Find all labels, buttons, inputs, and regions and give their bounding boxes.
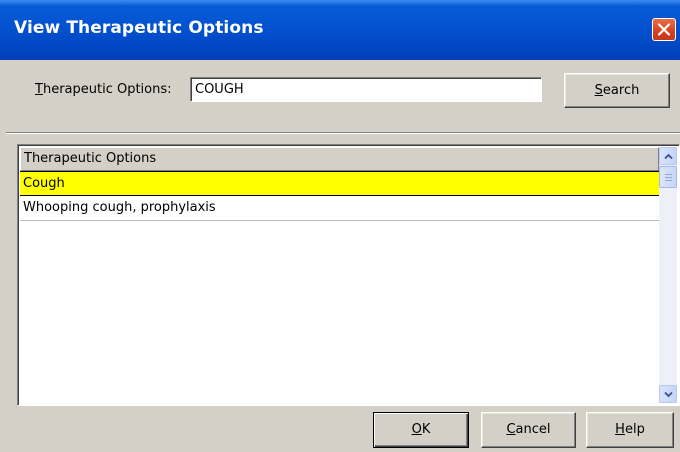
ok-button-label: K (421, 422, 431, 437)
vertical-scrollbar[interactable] (659, 147, 677, 403)
list-item[interactable]: Whooping cough, prophylaxis (20, 196, 659, 221)
therapeutic-options-label: Therapeutic Options: (35, 82, 172, 97)
scroll-down-button[interactable] (659, 385, 677, 403)
search-button-accelerator: S (594, 83, 603, 98)
label-text: herapeutic Options: (42, 82, 172, 97)
therapeutic-options-input[interactable] (190, 77, 542, 102)
ok-button[interactable]: OK (373, 412, 469, 448)
cancel-button-accelerator: C (506, 422, 516, 437)
search-button-label: earch (602, 83, 640, 98)
title-bar[interactable]: View Therapeutic Options (0, 0, 680, 60)
ok-button-accelerator: O (411, 422, 422, 437)
help-button[interactable]: Help (586, 412, 674, 448)
thumb-grip (665, 177, 672, 178)
close-icon (657, 23, 671, 36)
list-item-selected[interactable]: Cough (20, 171, 659, 196)
chevron-up-icon (664, 153, 673, 160)
chevron-down-icon (664, 391, 673, 398)
therapeutic-options-list[interactable]: Therapeutic Options Cough Whooping cough… (17, 144, 680, 406)
scroll-up-button[interactable] (659, 147, 677, 165)
cancel-button-label: ancel (515, 422, 551, 437)
cancel-button[interactable]: Cancel (481, 412, 576, 448)
search-button[interactable]: Search (564, 73, 670, 108)
help-button-label: elp (624, 422, 645, 437)
list-rows: Cough Whooping cough, prophylaxis (20, 171, 659, 221)
window-title: View Therapeutic Options (14, 18, 264, 38)
therapeutic-options-dialog: View Therapeutic Options Therapeutic Opt… (0, 0, 680, 452)
label-accelerator: T (35, 82, 43, 97)
column-header-therapeutic-options[interactable]: Therapeutic Options (20, 147, 659, 171)
close-button[interactable] (652, 18, 676, 41)
help-button-accelerator: H (615, 422, 625, 437)
title-bar-shine (0, 0, 680, 6)
scroll-thumb[interactable] (659, 166, 677, 188)
thumb-grip (665, 174, 672, 175)
panel-divider (6, 132, 680, 134)
thumb-grip (665, 180, 672, 181)
